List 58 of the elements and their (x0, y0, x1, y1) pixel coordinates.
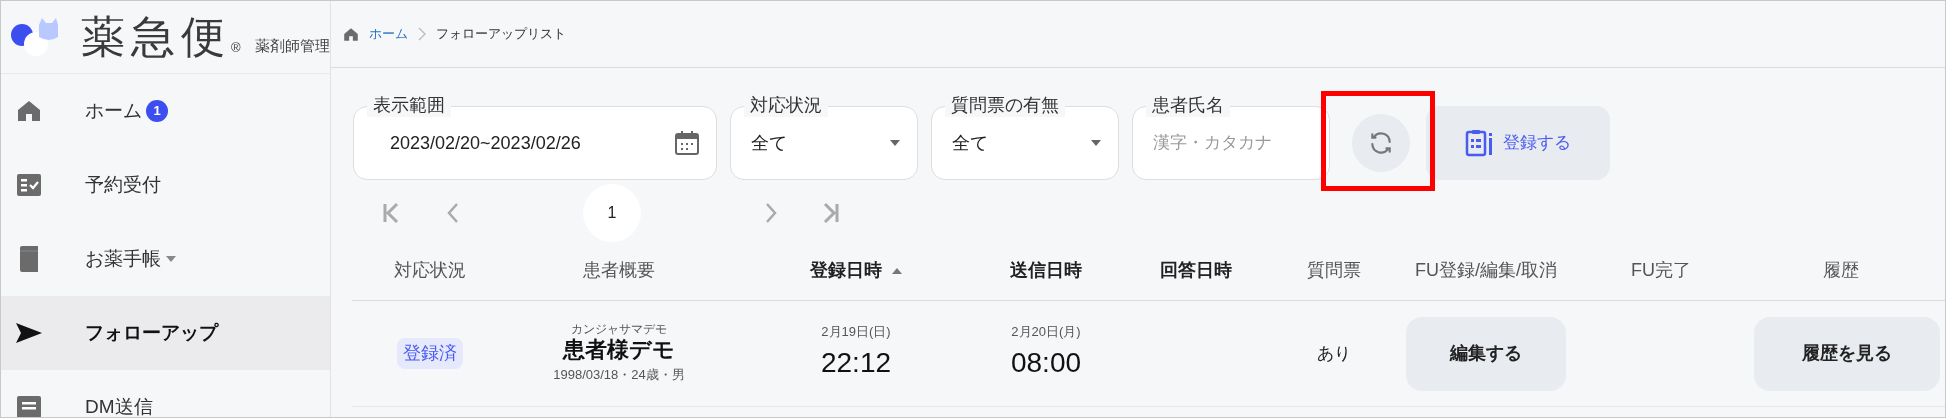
field-label: 表示範囲 (367, 93, 451, 117)
column-header: 対応状況 (393, 259, 466, 282)
home-icon (343, 26, 359, 42)
page-button[interactable]: 1 (583, 184, 641, 242)
edit-button[interactable]: 編集する (1406, 316, 1566, 391)
column-header: FU登録/編集/取消 (1415, 259, 1557, 282)
sidebar-item[interactable]: ホーム 1 (1, 74, 330, 148)
field-value: 全て (751, 131, 788, 155)
sidebar-label: DM送信 (85, 394, 153, 417)
column-header: 回答日時 (1160, 259, 1232, 282)
column-header: 登録日時 (810, 259, 882, 282)
sidebar-item[interactable]: DM送信 (1, 370, 330, 417)
patient-name: 患者様デモ (563, 335, 675, 364)
calendar-icon (674, 130, 700, 156)
sidebar-item[interactable]: お薬手帳 (1, 222, 330, 296)
sidebar-label: フォローアップ (85, 320, 218, 345)
field-label: 対応状況 (744, 93, 828, 117)
first-page-icon (381, 201, 401, 225)
breadcrumb-link[interactable]: ホーム (369, 24, 408, 44)
patient-kana: カンジャサマデモ (571, 321, 667, 336)
caret-icon (889, 139, 901, 147)
logo-icon (9, 17, 59, 57)
sidebar-label: ホーム (85, 98, 142, 123)
sidebar-label: お薬手帳 (85, 246, 161, 271)
history-button[interactable]: 履歴を見る (1754, 316, 1940, 391)
date-text: 2月19日(日) (821, 322, 891, 341)
breadcrumb-current: フォローアップリスト (436, 25, 566, 44)
clipboard-icon (1465, 129, 1495, 157)
send-icon (15, 322, 43, 344)
refresh-icon (1368, 130, 1394, 156)
field-value: 2023/02/20~2023/02/26 (389, 131, 582, 155)
time-text: 22:12 (820, 345, 892, 380)
count-badge: 1 (146, 100, 168, 122)
field-label: 質問票の有無 (945, 93, 1065, 117)
register-button[interactable]: 登録する (1426, 106, 1610, 180)
time-text: 08:00 (1010, 345, 1082, 380)
column-header: 質問票 (1306, 259, 1361, 282)
field-label: 患者氏名 (1146, 93, 1230, 117)
patient-info: 1998/03/18・24歳・男 (553, 365, 685, 384)
logo-text: 薬急便® (81, 15, 241, 59)
caret-icon (1090, 139, 1102, 147)
sidebar-item[interactable]: フォローアップ (1, 296, 330, 370)
input-field[interactable]: 漢字・カタカナ (1153, 130, 1313, 156)
checklist-icon (16, 173, 42, 197)
chevron-right-icon (418, 27, 426, 41)
column-header: FU完了 (1631, 259, 1691, 282)
questionnaire-text: あり (1316, 342, 1351, 365)
column-header: 履歴 (1822, 259, 1859, 282)
status-badge: 登録済 (396, 338, 463, 369)
sidebar-label: 予約受付 (85, 172, 161, 197)
field-value: 全て (952, 131, 989, 155)
last-page-icon (821, 201, 841, 225)
logo-subtitle: 薬剤師管理 (254, 35, 330, 56)
column-header: 送信日時 (1010, 259, 1082, 282)
date-text: 2月20日(月) (1011, 322, 1081, 341)
column-header: 患者概要 (583, 259, 655, 282)
sidebar-item[interactable]: 予約受付 (1, 148, 330, 222)
home-icon (16, 99, 42, 123)
